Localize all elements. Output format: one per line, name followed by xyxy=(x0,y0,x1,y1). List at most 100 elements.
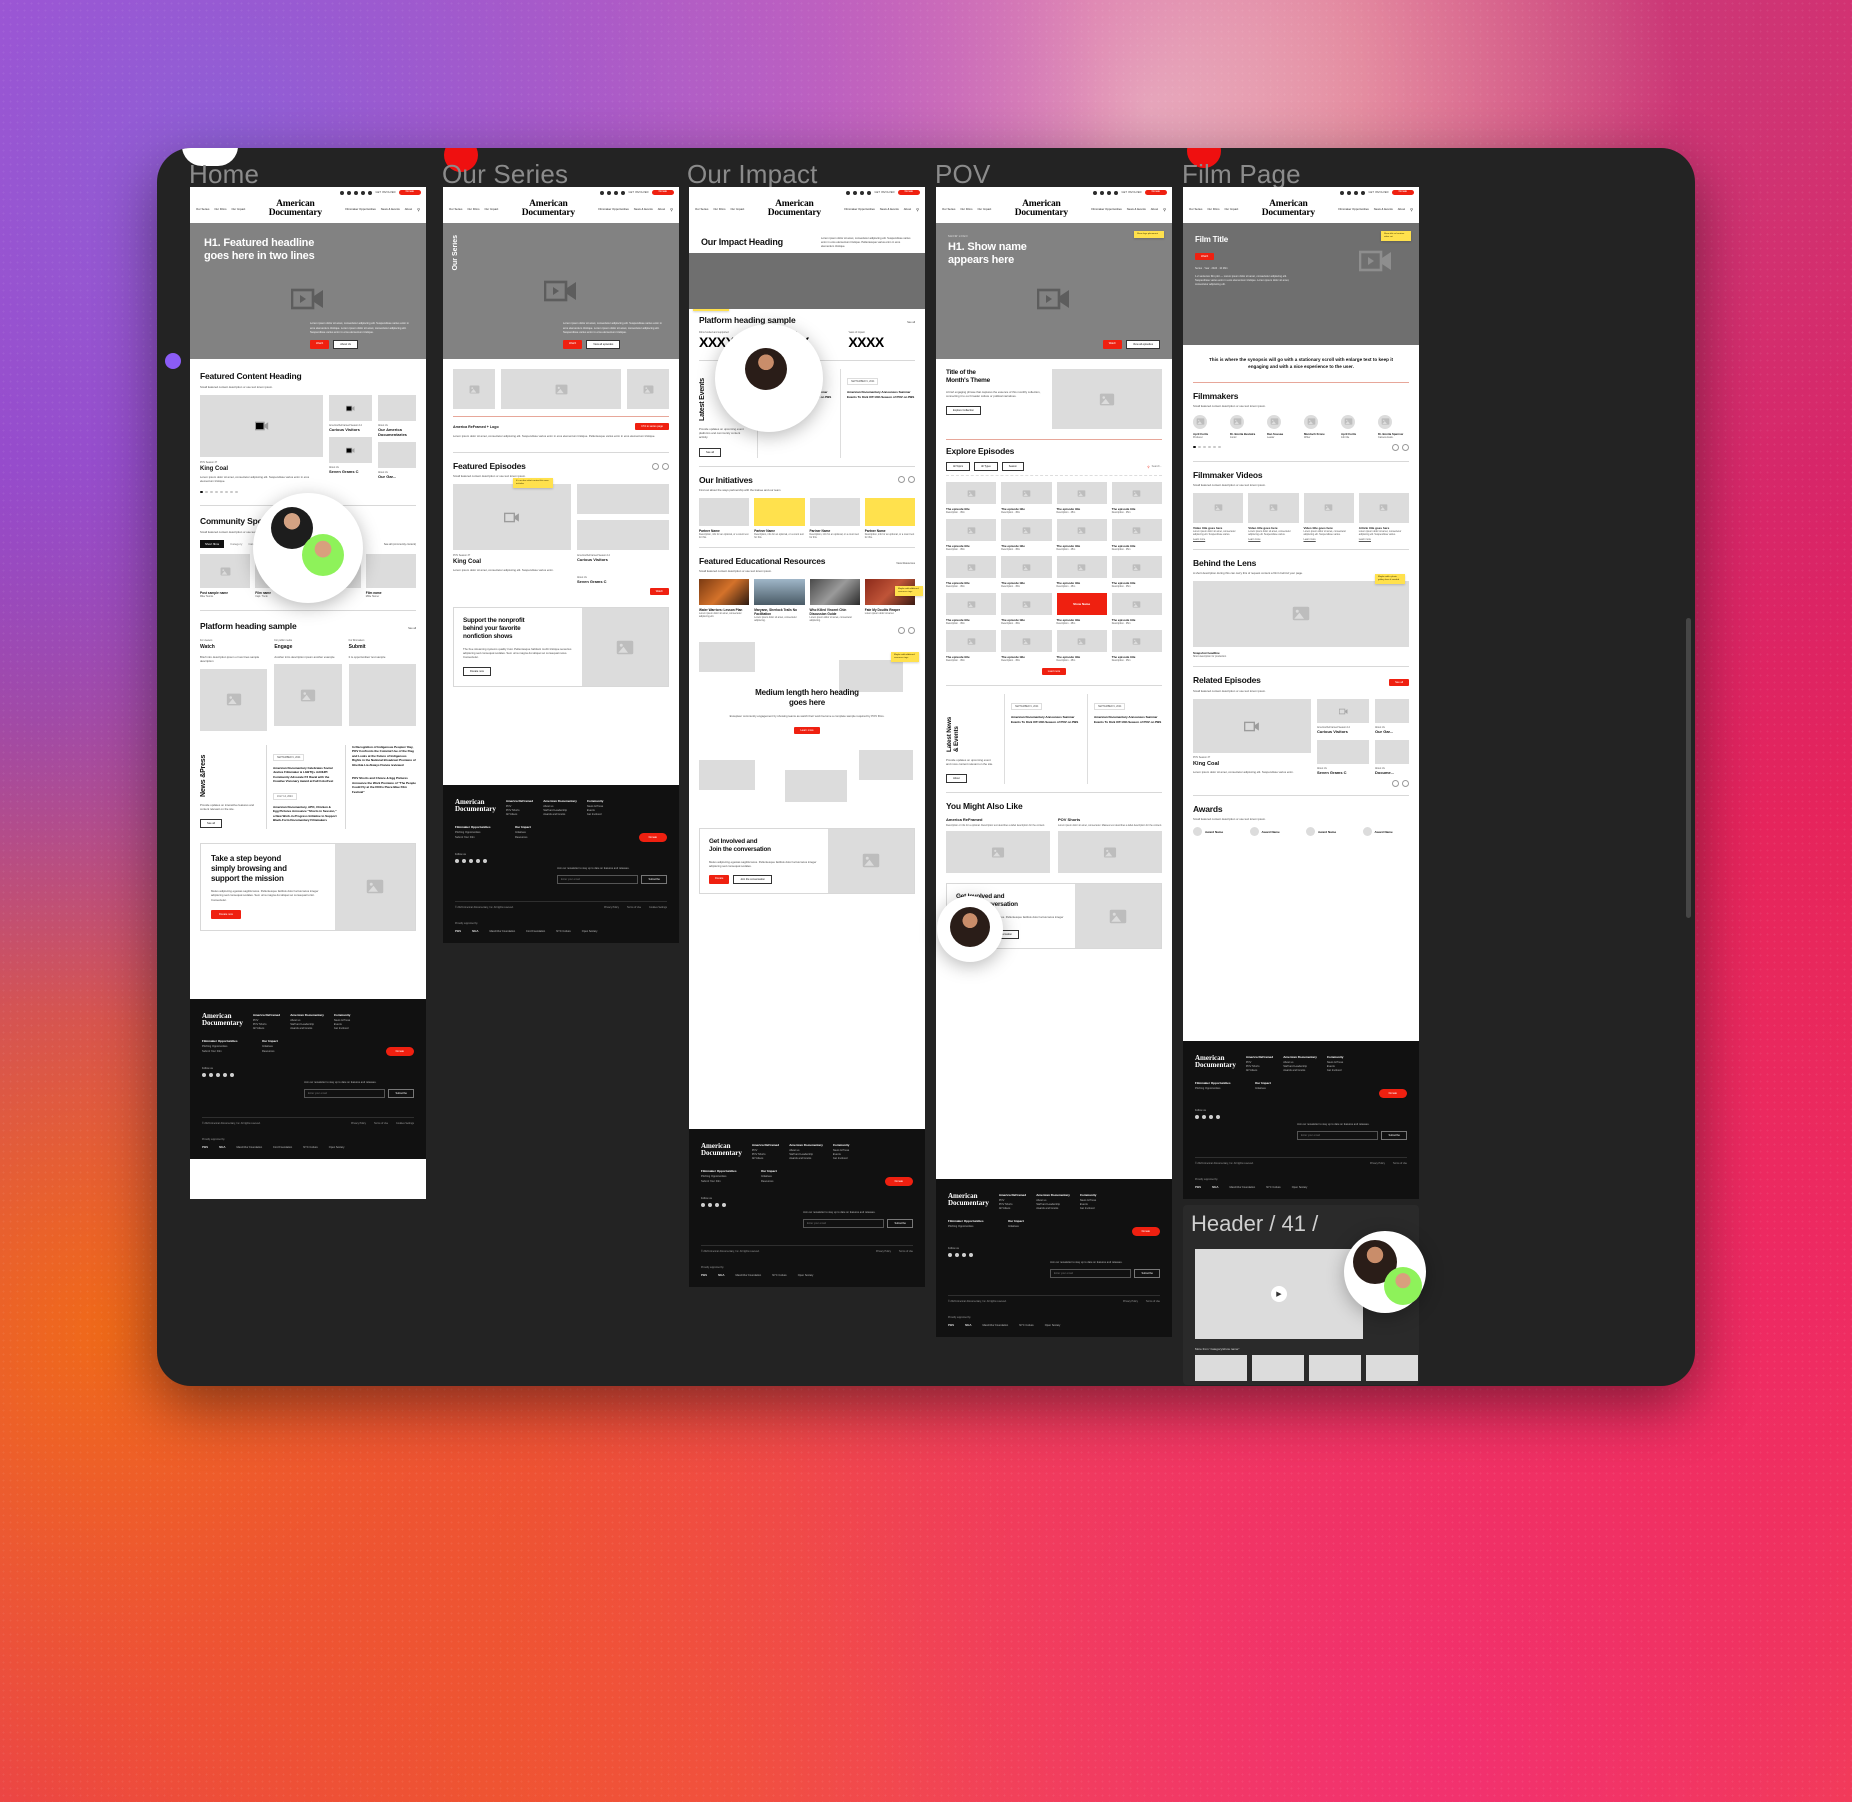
footer-logo[interactable]: American Documentary xyxy=(455,799,496,817)
newsletter-subscribe-button[interactable]: Subscribe xyxy=(1134,1268,1160,1278)
nav-about[interactable]: About xyxy=(904,207,911,212)
might-like-image[interactable] xyxy=(946,831,1050,874)
nav-about[interactable]: About xyxy=(1398,207,1405,212)
instagram-icon[interactable] xyxy=(1202,1115,1206,1120)
gallery-tile[interactable] xyxy=(699,641,755,672)
facebook-icon[interactable] xyxy=(1195,1115,1199,1120)
episode-card[interactable]: Show Name The episode title Description · … xyxy=(1056,593,1107,625)
episode-thumb[interactable] xyxy=(1111,519,1162,542)
footer-terms-link[interactable]: Terms of Use xyxy=(627,906,641,909)
explore-search-label[interactable]: Search... xyxy=(1152,465,1162,468)
nav-our-impact[interactable]: Our Impact xyxy=(1225,207,1239,211)
resource-thumb[interactable] xyxy=(809,578,860,605)
video-card-thumb[interactable] xyxy=(1193,492,1244,523)
footer-link[interactable]: Initiatives xyxy=(1255,1087,1295,1091)
footer-link[interactable]: Get Involved xyxy=(587,813,604,817)
episode-thumb[interactable]: Show Name xyxy=(1056,593,1107,616)
community-see-all[interactable]: See all (community content) xyxy=(384,543,416,546)
episode-thumb[interactable] xyxy=(1056,519,1107,542)
canvas-scrollbar[interactable] xyxy=(1686,618,1691,918)
nav-news-events[interactable]: News & Events xyxy=(880,207,899,212)
newsletter-subscribe-button[interactable]: Subscribe xyxy=(887,1218,913,1228)
footer-link[interactable]: Resources xyxy=(761,1180,801,1184)
footer-link[interactable]: All Videos xyxy=(253,1027,280,1031)
community-card-thumb[interactable] xyxy=(365,554,416,589)
canvas-scroll-area[interactable]: Home Our Series Our Impact POV Film Page… xyxy=(157,148,1695,1386)
footer-link[interactable]: Pitching Opportunities xyxy=(948,1225,998,1229)
news-item-headline[interactable]: American Documentary Announces Summer Ev… xyxy=(1011,715,1079,724)
x-icon[interactable] xyxy=(1107,190,1112,195)
nav-filmmaker-opportunities[interactable]: Filmmaker Opportunities xyxy=(598,207,628,212)
nav-our-films[interactable]: Our Films xyxy=(214,207,226,211)
resource-thumb[interactable] xyxy=(699,578,750,605)
footer-donate-button[interactable]: Donate xyxy=(385,1047,414,1057)
main-nav[interactable]: Our Series Our Films Our Impact American… xyxy=(443,198,679,224)
hero-view-episodes-button[interactable]: View all episodes xyxy=(586,340,621,350)
nav-about[interactable]: About xyxy=(405,207,412,212)
episode-card[interactable]: The episode title Description · 45m xyxy=(1056,556,1107,588)
series-thumb[interactable] xyxy=(627,369,669,410)
search-icon[interactable]: ⚲ xyxy=(916,207,919,212)
footer-cookies-link[interactable]: Cookies Settings xyxy=(649,906,667,909)
footer-link[interactable]: Resources xyxy=(262,1050,302,1054)
utility-bar[interactable]: GET INVOLVED Donate xyxy=(190,187,426,198)
donate-button[interactable]: Donate xyxy=(398,189,421,196)
nav-filmmaker-opportunities[interactable]: Filmmaker Opportunities xyxy=(345,207,375,212)
footer-privacy-link[interactable]: Privacy Policy xyxy=(1370,1162,1385,1165)
donate-button[interactable]: Donate xyxy=(1144,189,1167,196)
featured-side-thumb[interactable] xyxy=(329,437,372,464)
event-headline[interactable]: American Documentary Announces Summer Ev… xyxy=(847,390,915,399)
might-like-image[interactable] xyxy=(1058,831,1162,874)
carousel-prev-button[interactable] xyxy=(1392,780,1399,788)
newsletter-email-input[interactable] xyxy=(1050,1268,1132,1278)
youtube-icon[interactable] xyxy=(1216,1115,1220,1120)
nav-our-series[interactable]: Our Series xyxy=(942,207,955,211)
footer-terms-link[interactable]: Terms of Use xyxy=(374,1122,388,1125)
site-logo[interactable]: American Documentary xyxy=(1015,199,1068,218)
filmmaker-card[interactable]: April Curtis Producer xyxy=(1193,414,1224,439)
get-involved-label[interactable]: GET INVOLVED xyxy=(874,191,894,194)
episode-card[interactable]: The episode title Description · 45m xyxy=(1111,519,1162,551)
nav-our-films[interactable]: Our Films xyxy=(467,207,479,211)
footer-donate-button[interactable]: Donate xyxy=(1378,1089,1407,1099)
nav-our-series[interactable]: Our Series xyxy=(196,207,209,211)
nav-news-events[interactable]: News & Events xyxy=(1127,207,1146,212)
episode-thumb[interactable] xyxy=(1001,556,1052,579)
resource-thumb[interactable] xyxy=(754,578,805,605)
episode-thumb[interactable] xyxy=(1056,482,1107,505)
nav-our-films[interactable]: Our Films xyxy=(713,207,725,211)
filmmaker-card[interactable]: Murdoch Krone Writer xyxy=(1304,414,1335,439)
footer-logo[interactable]: American Documentary xyxy=(701,1143,742,1161)
nav-filmmaker-opportunities[interactable]: Filmmaker Opportunities xyxy=(844,207,874,212)
facebook-icon[interactable] xyxy=(600,190,605,195)
episode-thumb[interactable] xyxy=(1111,593,1162,616)
get-involved-donate-button[interactable]: Donate xyxy=(709,874,730,884)
carousel-next-button[interactable] xyxy=(1402,443,1409,451)
featured-side-thumb[interactable] xyxy=(378,395,416,422)
x-icon[interactable] xyxy=(216,1073,220,1078)
episode-thumb[interactable] xyxy=(1111,630,1162,653)
episode-thumb[interactable] xyxy=(1111,482,1162,505)
episode-thumb[interactable] xyxy=(946,556,997,579)
episode-side-thumb[interactable] xyxy=(577,520,669,551)
footer-link[interactable]: All Videos xyxy=(1246,1069,1273,1073)
platform-col-image[interactable] xyxy=(348,664,416,727)
x-icon[interactable] xyxy=(1209,1115,1213,1120)
footer-logo[interactable]: American Documentary xyxy=(1195,1055,1236,1073)
facebook-icon[interactable] xyxy=(202,1073,206,1078)
footer-logo[interactable]: American Documentary xyxy=(948,1193,989,1211)
site-logo[interactable]: American Documentary xyxy=(269,199,322,218)
nav-filmmaker-opportunities[interactable]: Filmmaker Opportunities xyxy=(1338,207,1368,212)
community-tab-short-films[interactable]: Short films xyxy=(200,540,225,549)
footer-link[interactable]: Pitching Opportunities xyxy=(1195,1087,1245,1091)
news-item-headline[interactable]: American Documentary, APO, Chicken & Egg… xyxy=(273,805,337,823)
get-involved-label[interactable]: GET INVOLVED xyxy=(375,191,395,194)
news-item-headline[interactable]: American Documentary Celebrates Social J… xyxy=(273,766,337,784)
latest-events-see-all[interactable]: See all xyxy=(699,447,721,457)
footer-link[interactable]: All Videos xyxy=(752,1157,779,1161)
youtube-icon[interactable] xyxy=(867,190,872,195)
partner-thumb[interactable] xyxy=(699,497,750,526)
episodes-watch-button[interactable]: Watch xyxy=(649,588,669,596)
nav-our-impact[interactable]: Our Impact xyxy=(232,207,246,211)
nav-filmmaker-opportunities[interactable]: Filmmaker Opportunities xyxy=(1091,207,1121,212)
